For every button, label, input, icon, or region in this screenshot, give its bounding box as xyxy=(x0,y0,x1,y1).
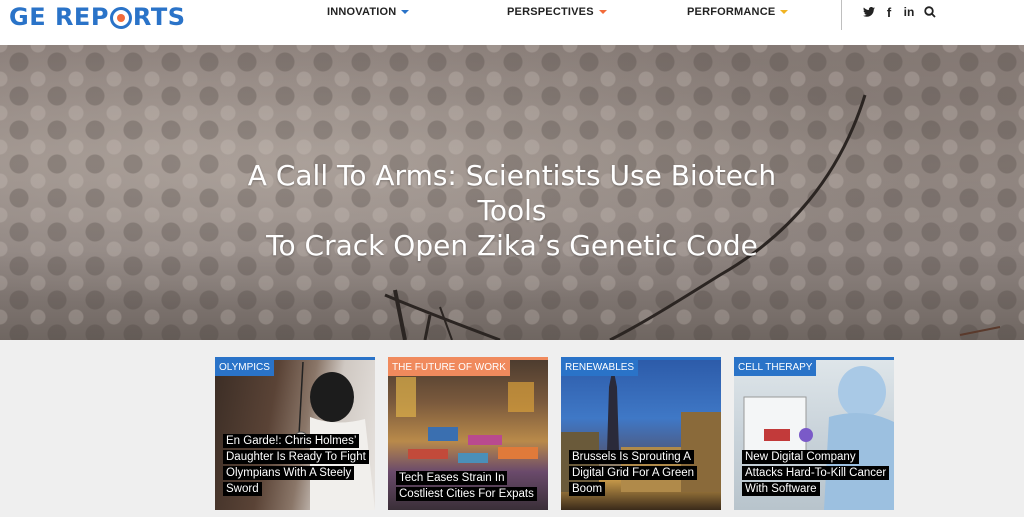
linkedin-icon[interactable]: in xyxy=(901,4,917,20)
twitter-icon[interactable] xyxy=(861,4,877,20)
card-headline[interactable]: En Garde!: Chris Holmes’ Daughter Is Rea… xyxy=(223,433,369,497)
hero-headline-line2: To Crack Open Zika’s Genetic Code xyxy=(266,229,758,262)
nav-perspectives[interactable]: PERSPECTIVES xyxy=(507,6,607,18)
nav-performance-label: PERFORMANCE xyxy=(687,6,776,18)
logo-o-icon xyxy=(109,7,132,29)
category-tag[interactable]: RENEWABLES xyxy=(561,360,639,376)
search-icon[interactable] xyxy=(922,4,938,20)
nav-innovation-label: INNOVATION xyxy=(327,6,397,18)
logo-text-part1: GE REP xyxy=(9,3,109,31)
hero-headline-line1: A Call To Arms: Scientists Use Biotech T… xyxy=(247,159,777,227)
card-headline-text: Tech Eases Strain In Costliest Cities Fo… xyxy=(396,471,537,501)
category-tag[interactable]: OLYMPICS xyxy=(215,360,274,376)
facebook-glyph: f xyxy=(886,4,892,20)
facebook-icon[interactable]: f xyxy=(881,4,897,20)
category-tag[interactable]: CELL THERAPY xyxy=(734,360,817,376)
card-headline[interactable]: Brussels Is Sprouting A Digital Grid For… xyxy=(569,449,715,497)
story-card-cell-therapy[interactable]: CELL THERAPY New Digital Company Attacks… xyxy=(734,357,894,510)
card-headline[interactable]: New Digital Company Attacks Hard-To-Kill… xyxy=(742,449,890,497)
nav-innovation[interactable]: INNOVATION xyxy=(327,6,410,18)
card-headline-text: New Digital Company Attacks Hard-To-Kill… xyxy=(742,450,890,496)
chevron-down-icon xyxy=(401,10,410,14)
story-card-olympics[interactable]: OLYMPICS En Garde!: Chris Holmes’ Daught… xyxy=(215,357,375,510)
nav-perspectives-label: PERSPECTIVES xyxy=(507,6,594,18)
card-headline-text: En Garde!: Chris Holmes’ Daughter Is Rea… xyxy=(223,434,369,496)
linkedin-glyph: in xyxy=(903,5,915,19)
ge-reports-logo[interactable]: GE REP RTS xyxy=(9,3,185,31)
hero-headline[interactable]: A Call To Arms: Scientists Use Biotech T… xyxy=(212,158,812,263)
card-headline-text: Brussels Is Sprouting A Digital Grid For… xyxy=(569,450,698,496)
hero-banner[interactable]: A Call To Arms: Scientists Use Biotech T… xyxy=(0,45,1024,340)
card-headline[interactable]: Tech Eases Strain In Costliest Cities Fo… xyxy=(396,470,542,502)
story-card-future-of-work[interactable]: THE FUTURE OF WORK Tech Eases Strain In … xyxy=(388,357,548,510)
category-tag[interactable]: THE FUTURE OF WORK xyxy=(388,360,510,376)
story-card-renewables[interactable]: RENEWABLES Brussels Is Sprouting A Digit… xyxy=(561,357,721,510)
chevron-down-icon xyxy=(598,10,607,14)
nav-performance[interactable]: PERFORMANCE xyxy=(687,6,789,18)
chevron-down-icon xyxy=(780,10,789,14)
logo-text-part2: RTS xyxy=(132,3,186,31)
site-header: GE REP RTS INNOVATION PERSPECTIVES PERFO… xyxy=(0,0,1024,45)
header-divider xyxy=(841,0,842,30)
